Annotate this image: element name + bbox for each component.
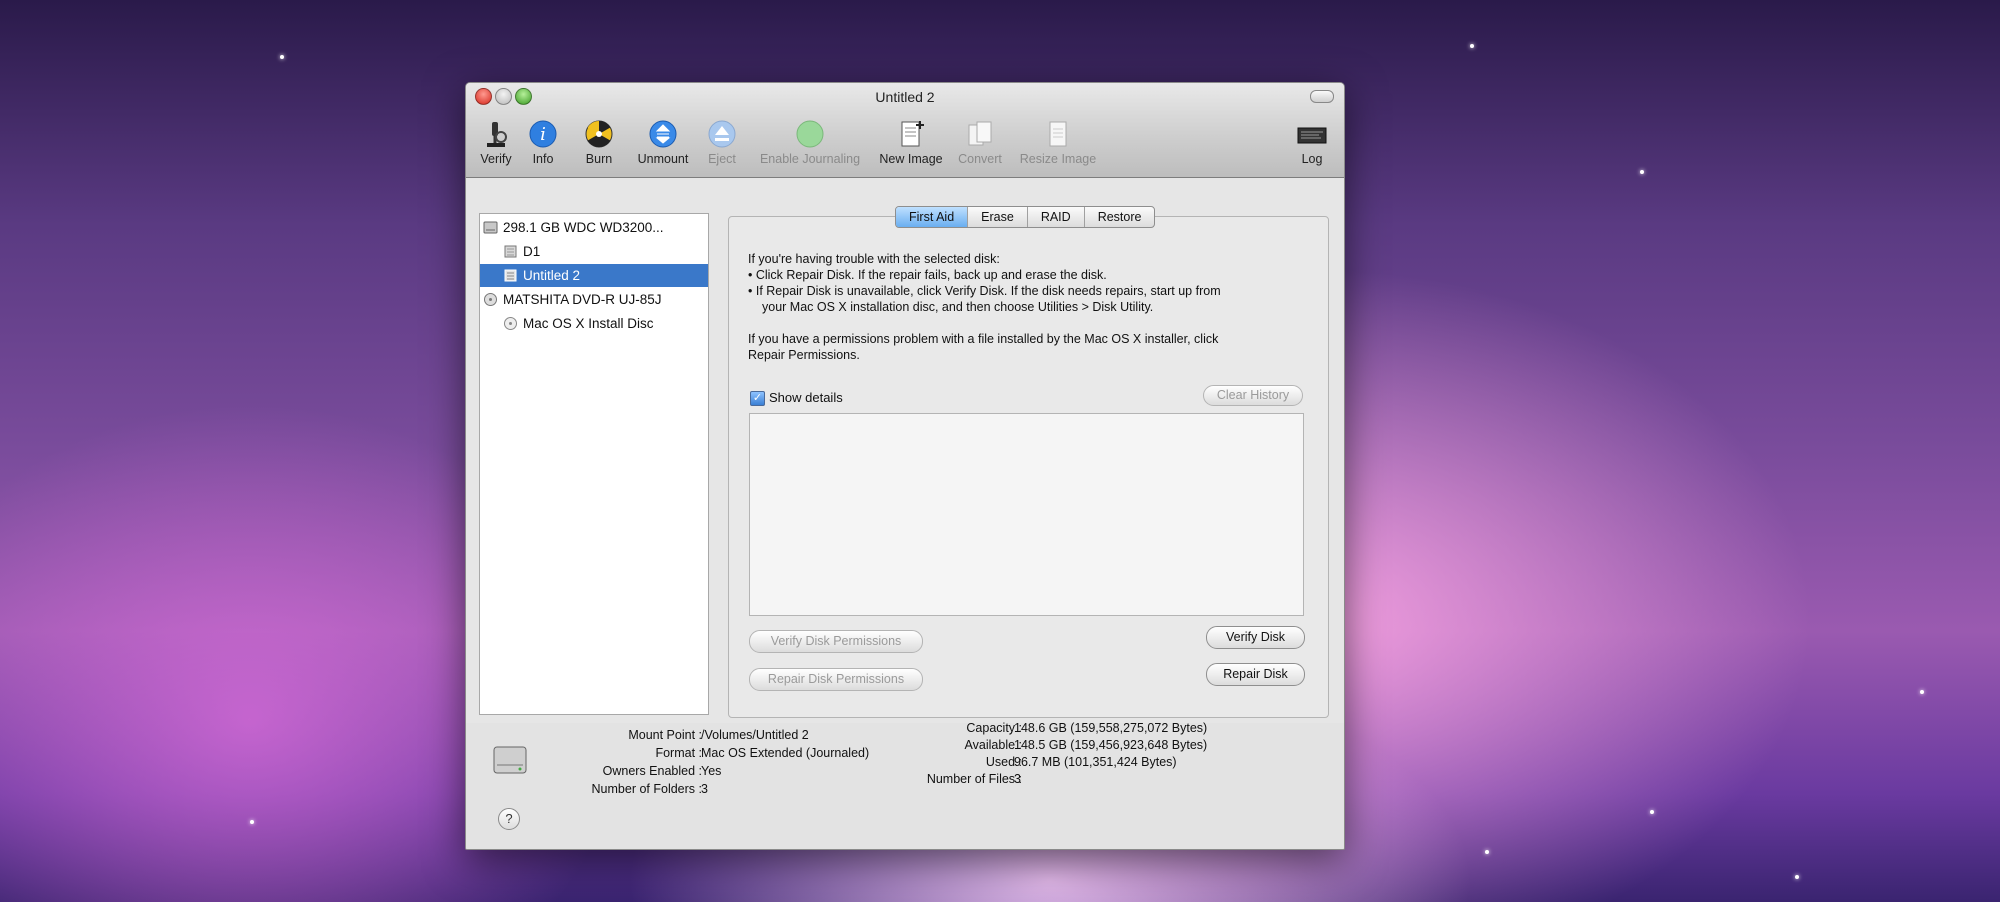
- toolbar-label: Resize Image: [1019, 152, 1097, 166]
- sidebar-item-untitled-2[interactable]: Untitled 2: [480, 264, 708, 287]
- tab-bar: First Aid Erase RAID Restore: [895, 206, 1156, 228]
- toolbar-burn[interactable]: Burn: [582, 119, 616, 166]
- eject-icon: [707, 119, 737, 149]
- owners-enabled-value: Yes: [701, 764, 722, 778]
- sidebar-item-label: Untitled 2: [523, 268, 581, 283]
- instruction-line: If you're having trouble with the select…: [748, 252, 1000, 266]
- journaling-icon: [795, 119, 825, 149]
- verify-disk-permissions-button[interactable]: Verify Disk Permissions: [749, 630, 923, 653]
- tab-first-aid[interactable]: First Aid: [896, 207, 969, 227]
- volume-icon: [492, 743, 528, 777]
- verify-disk-button[interactable]: Verify Disk: [1206, 626, 1305, 649]
- toolbar-convert[interactable]: Convert: [954, 119, 1006, 166]
- toolbar-log[interactable]: Log: [1293, 119, 1331, 166]
- sidebar-item-label: D1: [523, 244, 541, 259]
- repair-disk-permissions-button[interactable]: Repair Disk Permissions: [749, 668, 923, 691]
- capacity-label: Capacity :: [966, 721, 1022, 735]
- toolbar-toggle-button[interactable]: [1310, 90, 1334, 103]
- star: [1485, 850, 1489, 854]
- svg-text:i: i: [540, 124, 546, 145]
- star: [1795, 875, 1799, 879]
- toolbar-unmount[interactable]: Unmount: [631, 119, 695, 166]
- show-details-checkbox[interactable]: ✓: [750, 391, 765, 406]
- toolbar-new-image[interactable]: New Image: [875, 119, 947, 166]
- toolbar-label: Enable Journaling: [759, 152, 861, 166]
- star: [280, 55, 284, 59]
- new-image-icon: [896, 119, 926, 149]
- window-title: Untitled 2: [875, 89, 935, 105]
- log-icon: [1297, 119, 1327, 149]
- star: [1640, 170, 1644, 174]
- tab-raid[interactable]: RAID: [1028, 207, 1085, 227]
- sidebar-item-label: MATSHITA DVD-R UJ-85J: [503, 292, 662, 307]
- available-value: 148.5 GB (159,456,923,648 Bytes): [1014, 738, 1208, 752]
- toolbar-eject[interactable]: Eject: [705, 119, 739, 166]
- disc-icon: [503, 316, 518, 331]
- repair-disk-button[interactable]: Repair Disk: [1206, 663, 1305, 686]
- toolbar-label: Burn: [585, 152, 613, 166]
- optical-drive-icon: [483, 292, 498, 307]
- toolbar-label: Convert: [958, 152, 1002, 166]
- used-label: Used :: [985, 755, 1022, 769]
- toolbar-verify[interactable]: Verify: [474, 119, 518, 166]
- disk-list: 298.1 GB WDC WD3200... D1 Untitled 2 MAT…: [479, 213, 709, 715]
- mount-point-value: /Volumes/Untitled 2: [701, 728, 809, 742]
- microscope-icon: [481, 119, 511, 149]
- instruction-line: Repair Permissions.: [748, 348, 860, 362]
- number-of-folders-value: 3: [701, 782, 708, 796]
- convert-icon: [965, 119, 995, 149]
- tab-restore[interactable]: Restore: [1085, 207, 1155, 227]
- volume-icon: [503, 244, 518, 259]
- volume-info-bar: Mount Point : /Volumes/Untitled 2 Format…: [466, 721, 1344, 849]
- details-log-area[interactable]: [749, 413, 1304, 616]
- toolbar-info[interactable]: i Info: [526, 119, 560, 166]
- show-details-label: Show details: [769, 390, 843, 405]
- toolbar-label: Log: [1301, 152, 1323, 166]
- star: [1470, 44, 1474, 48]
- sidebar-item-label: Mac OS X Install Disc: [523, 316, 654, 331]
- format-value: Mac OS Extended (Journaled): [701, 746, 870, 760]
- sidebar-item-label: 298.1 GB WDC WD3200...: [503, 220, 664, 235]
- sidebar-item-dvd-drive[interactable]: MATSHITA DVD-R UJ-85J: [480, 288, 711, 311]
- instruction-line: • If Repair Disk is unavailable, click V…: [748, 284, 1221, 298]
- star: [1650, 810, 1654, 814]
- resize-image-icon: [1043, 119, 1073, 149]
- number-of-files-label: Number of Files :: [926, 772, 1022, 786]
- title-bar: Untitled 2 Verify i Info Burn Unmount Ej…: [466, 83, 1344, 178]
- toolbar-label: Info: [532, 152, 554, 166]
- toolbar-label: Verify: [480, 152, 512, 166]
- format-label: Format :: [655, 746, 702, 760]
- toolbar-resize-image[interactable]: Resize Image: [1016, 119, 1100, 166]
- capacity-value: 148.6 GB (159,558,275,072 Bytes): [1014, 721, 1208, 735]
- burn-icon: [584, 119, 614, 149]
- volume-icon: [503, 268, 518, 283]
- number-of-files-value: 3: [1014, 772, 1021, 786]
- instruction-line: If you have a permissions problem with a…: [748, 332, 1219, 346]
- mount-point-label: Mount Point :: [628, 728, 702, 742]
- toolbar-enable-journaling[interactable]: Enable Journaling: [754, 119, 866, 166]
- used-value: 96.7 MB (101,351,424 Bytes): [1014, 755, 1177, 769]
- unmount-icon: [648, 119, 678, 149]
- disk-utility-window: Untitled 2 Verify i Info Burn Unmount Ej…: [465, 82, 1345, 850]
- owners-enabled-label: Owners Enabled :: [602, 764, 702, 778]
- sidebar-item-disk[interactable]: 298.1 GB WDC WD3200...: [480, 216, 711, 239]
- toolbar-label: Eject: [708, 152, 736, 166]
- instruction-line: your Mac OS X installation disc, and the…: [762, 300, 1154, 314]
- toolbar-label: New Image: [879, 152, 943, 166]
- hard-disk-icon: [483, 220, 498, 235]
- instruction-line: • Click Repair Disk. If the repair fails…: [748, 268, 1107, 282]
- number-of-folders-label: Number of Folders :: [591, 782, 702, 796]
- tab-erase[interactable]: Erase: [968, 207, 1028, 227]
- clear-history-button[interactable]: Clear History: [1203, 385, 1303, 406]
- star: [250, 820, 254, 824]
- help-button[interactable]: ?: [498, 808, 520, 830]
- toolbar-label: Unmount: [637, 152, 689, 166]
- sidebar-item-install-disc[interactable]: Mac OS X Install Disc: [480, 312, 731, 335]
- info-icon: i: [528, 119, 558, 149]
- sidebar-item-d1[interactable]: D1: [480, 240, 731, 263]
- first-aid-instructions: If you're having trouble with the select…: [748, 251, 1308, 363]
- available-label: Available :: [964, 738, 1022, 752]
- star: [1920, 690, 1924, 694]
